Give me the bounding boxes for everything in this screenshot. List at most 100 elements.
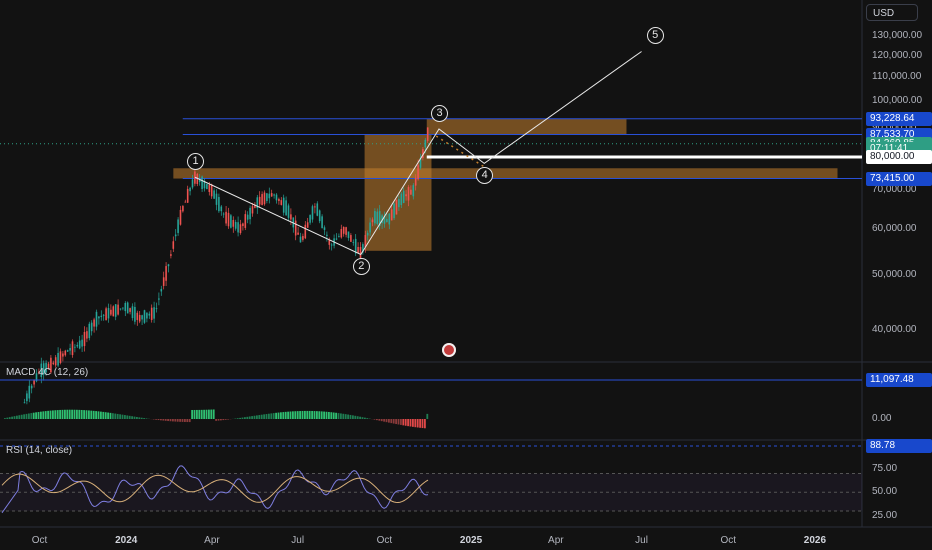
macd-histogram-bar [361, 417, 364, 419]
macd-histogram-bar [282, 412, 285, 419]
candle-body [110, 309, 112, 315]
candle-body [186, 188, 189, 203]
macd-histogram-bar [354, 415, 357, 419]
macd-histogram-bar [287, 411, 289, 419]
candle-body [278, 198, 280, 202]
macd-histogram-bar [143, 418, 145, 419]
macd-histogram-bar [210, 409, 213, 419]
candle-body [208, 184, 211, 192]
macd-histogram-bar [308, 410, 311, 419]
candle-body [81, 339, 83, 347]
macd-histogram-bar [35, 412, 37, 419]
candle-body [249, 207, 251, 220]
macd-histogram-bar [400, 419, 402, 425]
time-axis-label: 2026 [803, 535, 827, 546]
macd-histogram-bar [203, 409, 205, 419]
candle-body [174, 234, 177, 237]
supply-demand-zone [426, 118, 627, 135]
macd-histogram-bar [155, 419, 157, 420]
chart-canvas[interactable] [0, 0, 932, 550]
macd-level-chip: 11,097.48 [866, 373, 932, 387]
macd-histogram-bar [356, 416, 359, 419]
macd-histogram-bar [73, 409, 76, 419]
supply-demand-zone [173, 168, 838, 179]
macd-histogram-bar [145, 418, 148, 419]
macd-histogram-bar [383, 419, 385, 422]
candle-body [398, 198, 400, 208]
candle-body [93, 319, 95, 327]
macd-histogram-bar [52, 410, 54, 419]
macd-zero-label: 0.00 [872, 413, 892, 424]
us-flag-icon[interactable] [442, 343, 456, 357]
price-tick-label: 60,000.00 [872, 223, 917, 235]
macd-histogram-bar [222, 419, 225, 421]
macd-histogram-bar [181, 419, 184, 422]
candle-body [155, 308, 158, 310]
macd-histogram-bar [176, 419, 179, 422]
candle-body [306, 222, 309, 228]
macd-histogram-bar [205, 409, 208, 419]
macd-histogram-bar [23, 414, 25, 419]
macd-histogram-bar [131, 416, 133, 419]
macd-histogram-bar [109, 412, 112, 419]
currency-selector[interactable]: USD [866, 4, 918, 21]
candle-body [352, 242, 355, 243]
macd-histogram-bar [378, 419, 381, 421]
macd-histogram-bar [332, 412, 335, 419]
candle-body [407, 187, 410, 201]
macd-histogram-bar [373, 419, 376, 420]
macd-histogram-bar [4, 418, 6, 419]
time-axis-label: 2024 [115, 535, 138, 546]
candle-body [417, 165, 419, 180]
macd-histogram-bar [104, 412, 107, 419]
candle-body [172, 241, 175, 249]
macd-histogram-bar [92, 410, 95, 419]
macd-histogram-bar [239, 417, 241, 419]
candle-body [258, 196, 261, 205]
candle-body [179, 209, 182, 225]
macd-histogram-bar [270, 413, 273, 419]
macd-histogram-bar [164, 419, 167, 421]
candle-body [64, 350, 67, 356]
candle-body [191, 179, 194, 188]
candle-body [426, 127, 429, 141]
macd-histogram-bar [32, 412, 35, 419]
candle-body [294, 220, 297, 236]
macd-histogram-bar [409, 419, 412, 427]
candle-body [215, 193, 218, 205]
candle-body [376, 211, 379, 224]
candle-body [76, 344, 79, 347]
candle-body [410, 189, 412, 195]
macd-histogram-bar [392, 419, 395, 424]
macd-histogram-bar [328, 411, 330, 419]
candle-body [239, 224, 242, 234]
candle-body [69, 348, 71, 351]
candle-body [71, 341, 74, 356]
macd-histogram-bar [265, 414, 268, 419]
macd-histogram-bar [395, 419, 397, 425]
macd-histogram-bar [64, 409, 66, 419]
time-axis-label: Oct [376, 535, 393, 546]
candle-body [124, 302, 127, 312]
candle-body [74, 346, 76, 348]
macd-histogram-bar [268, 413, 270, 419]
candle-body [366, 232, 369, 236]
candle-body [78, 340, 81, 349]
macd-histogram-bar [313, 411, 316, 419]
macd-histogram-bar [352, 415, 354, 419]
candle-body [184, 201, 187, 203]
macd-histogram-bar [20, 414, 23, 419]
candle-body [311, 206, 314, 220]
macd-histogram-bar [47, 410, 49, 419]
macd-histogram-bar [124, 415, 126, 419]
macd-histogram-bar [258, 415, 261, 419]
macd-histogram-bar [424, 419, 426, 429]
candle-body [234, 221, 237, 229]
candle-body [122, 307, 124, 309]
candle-body [95, 311, 98, 327]
candle-body [165, 266, 167, 281]
candle-body [158, 298, 160, 300]
candle-body [345, 227, 347, 235]
candle-body [246, 214, 249, 220]
candle-body [350, 235, 352, 242]
